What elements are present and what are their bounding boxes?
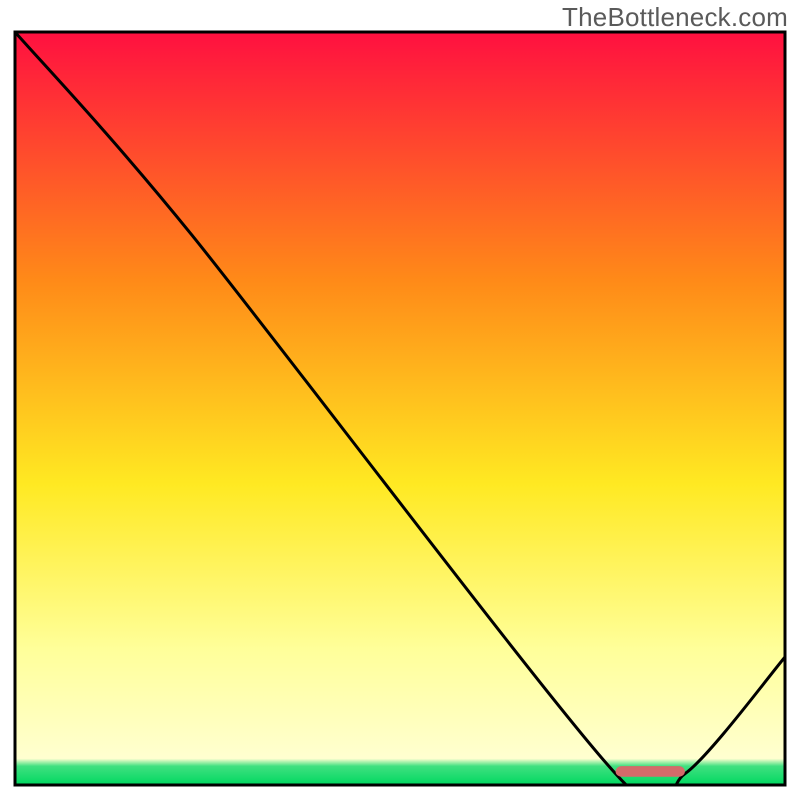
bottleneck-marker [616, 766, 685, 777]
gradient-background [15, 32, 785, 785]
chart-root: TheBottleneck.com [0, 0, 800, 800]
chart-plot [0, 0, 800, 800]
